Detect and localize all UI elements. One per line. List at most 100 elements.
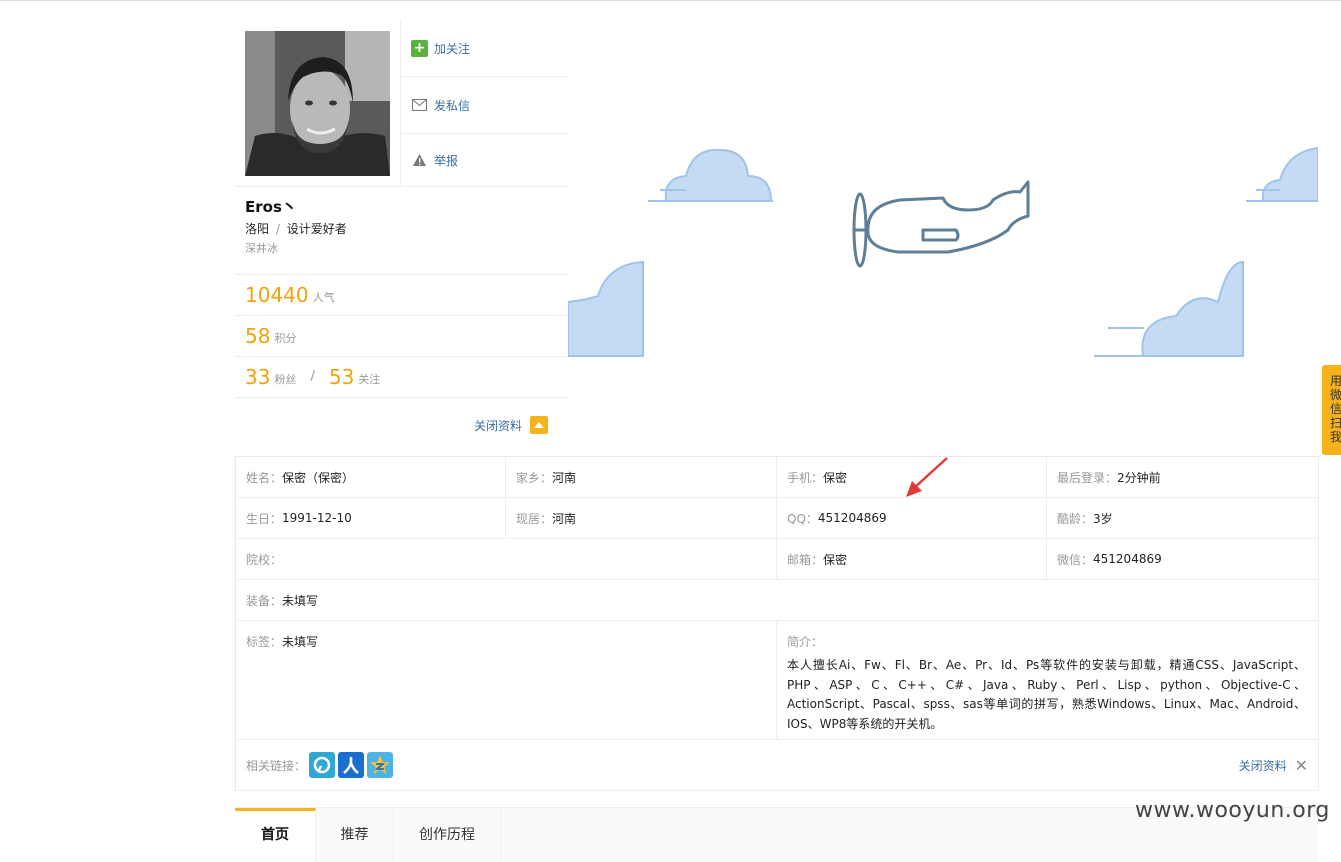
profile-banner — [568, 20, 1318, 456]
stat-separator: / — [310, 369, 315, 384]
close-profile-button[interactable]: 关闭资料 — [474, 416, 548, 434]
close-icon: ✕ — [1294, 755, 1308, 775]
username: Eros丶 — [245, 198, 297, 216]
tags-value: 未填写 — [282, 635, 319, 649]
intro-key: 简介： — [787, 635, 824, 649]
name-key: 姓名： — [246, 470, 283, 485]
residence-key: 现居： — [516, 511, 553, 526]
info-row: 相关链接： 关闭资料 ✕ — [236, 740, 1319, 791]
name-value: 保密（保密） — [282, 470, 355, 485]
divider — [235, 397, 568, 398]
birthday-cell: 生日： 1991-12-10 — [236, 498, 506, 538]
airplane-icon — [852, 180, 1030, 268]
profile-info-table: 姓名： 保密（保密） 家乡： 河南 手机： 保密 最后登录： 2分钟前 生日： 1991-… — [235, 456, 1319, 791]
qq-key: QQ： — [787, 511, 818, 526]
close-info-button[interactable]: 关闭资料 ✕ — [1239, 756, 1308, 775]
user-location: 洛阳 / 设计爱好者 — [245, 220, 347, 237]
info-row: 标签： 未填写 简介： 本人擅长Ai、Fw、Fl、Br、Ae、Pr、Id、Ps等软… — [236, 621, 1319, 740]
message-label: 发私信 — [434, 98, 471, 113]
qzone-icon[interactable] — [367, 752, 394, 778]
cloud-icon — [648, 148, 773, 202]
popularity-stat: 10440 人气 — [235, 274, 568, 314]
divider — [235, 186, 568, 187]
qq-cell: QQ： 451204869 — [777, 498, 1047, 538]
wechat-key: 微信： — [1057, 552, 1094, 567]
fans-label[interactable]: 粉丝 — [274, 371, 296, 387]
chevron-up-icon — [530, 416, 548, 434]
equipment-key: 装备： — [246, 593, 283, 608]
report-label: 举报 — [434, 153, 459, 168]
equipment-value: 未填写 — [282, 593, 319, 608]
age-value: 3岁 — [1093, 511, 1113, 526]
points-stat: 58 积分 — [235, 315, 568, 355]
renren-icon[interactable] — [338, 752, 365, 778]
info-row: 装备： 未填写 — [236, 580, 1319, 621]
watermark: www.wooyun.org — [1135, 798, 1330, 823]
following-label[interactable]: 关注 — [358, 371, 380, 387]
link-share-icon[interactable] — [309, 752, 336, 778]
age-cell: 酷龄： 3岁 — [1047, 498, 1319, 538]
equipment-cell: 装备： 未填写 — [236, 580, 1319, 620]
related-links-cell: 相关链接： 关闭资料 ✕ — [236, 740, 1319, 790]
phone-value: 保密 — [823, 470, 848, 485]
tab-creation-history[interactable]: 创作历程 — [394, 808, 501, 862]
warning-icon — [411, 152, 428, 169]
wechat-scan-button[interactable]: 用微信扫我 — [1322, 365, 1341, 455]
name-cell: 姓名： 保密（保密） — [236, 457, 506, 497]
mail-icon — [411, 97, 428, 114]
follow-button[interactable]: + 加关注 — [401, 20, 568, 77]
tab-home[interactable]: 首页 — [235, 808, 316, 862]
email-cell: 邮箱： 保密 — [777, 539, 1047, 579]
avatar[interactable] — [245, 31, 390, 176]
last-login-cell: 最后登录： 2分钟前 — [1047, 457, 1319, 497]
points-value: 58 — [245, 323, 271, 348]
profile-actions: + 加关注 发私信 举报 — [400, 20, 568, 186]
school-cell: 院校： — [236, 539, 777, 579]
email-value: 保密 — [823, 552, 848, 567]
popularity-label: 人气 — [312, 291, 335, 304]
plus-icon: + — [411, 39, 428, 57]
hometown-key: 家乡： — [516, 470, 553, 485]
tags-key: 标签： — [246, 635, 283, 649]
following-value[interactable]: 53 — [329, 365, 354, 389]
intro-text: 本人擅长Ai、Fw、Fl、Br、Ae、Pr、Id、Ps等软件的安装与卸载，精通C… — [787, 658, 1306, 731]
birthday-key: 生日： — [246, 511, 283, 526]
qq-value: 451204869 — [817, 511, 887, 525]
message-button[interactable]: 发私信 — [401, 77, 568, 134]
info-row: 姓名： 保密（保密） 家乡： 河南 手机： 保密 最后登录： 2分钟前 — [236, 457, 1319, 498]
close-info-label: 关闭资料 — [1238, 758, 1287, 773]
wechat-cell: 微信： 451204869 — [1047, 539, 1319, 579]
birthday-value: 1991-12-10 — [282, 511, 352, 525]
email-key: 邮箱： — [787, 552, 824, 567]
fans-value[interactable]: 33 — [245, 365, 270, 389]
annotation-arrow-icon — [906, 457, 948, 497]
cloud-icon — [1094, 260, 1244, 357]
links-key: 相关链接： — [246, 758, 307, 773]
hometown-value: 河南 — [552, 470, 577, 485]
location-separator: / — [275, 222, 280, 236]
cloud-icon — [1246, 146, 1318, 202]
cloud-icon — [568, 260, 644, 357]
age-key: 酷龄： — [1057, 511, 1094, 526]
top-border — [0, 0, 1341, 1]
intro-cell: 简介： 本人擅长Ai、Fw、Fl、Br、Ae、Pr、Id、Ps等软件的安装与卸载… — [777, 621, 1319, 739]
airplane-clouds-illustration — [568, 146, 1318, 357]
last-login-key: 最后登录： — [1057, 470, 1118, 485]
user-city: 洛阳 — [245, 222, 270, 236]
tab-recommend[interactable]: 推荐 — [316, 808, 394, 862]
points-label: 积分 — [274, 332, 297, 345]
info-row: 院校： 邮箱： 保密 微信： 451204869 — [236, 539, 1319, 580]
tags-cell: 标签： 未填写 — [236, 621, 777, 739]
close-profile-label: 关闭资料 — [473, 418, 522, 433]
wechat-value: 451204869 — [1093, 552, 1162, 566]
follow-label: 加关注 — [434, 41, 471, 56]
last-login-value: 2分钟前 — [1117, 470, 1161, 485]
user-occupation: 设计爱好者 — [286, 222, 347, 236]
school-key: 院校： — [246, 552, 283, 567]
info-row: 生日： 1991-12-10 现居： 河南 QQ： 451204869 酷龄： 3岁 — [236, 498, 1319, 539]
hometown-cell: 家乡： 河南 — [506, 457, 777, 497]
user-signature: 深井冰 — [245, 242, 278, 255]
profile-card: + 加关注 发私信 举报 Eros丶 洛阳 / 设计爱好者 深井冰 10440 … — [235, 20, 569, 456]
report-button[interactable]: 举报 — [401, 134, 568, 186]
residence-cell: 现居： 河南 — [506, 498, 777, 538]
